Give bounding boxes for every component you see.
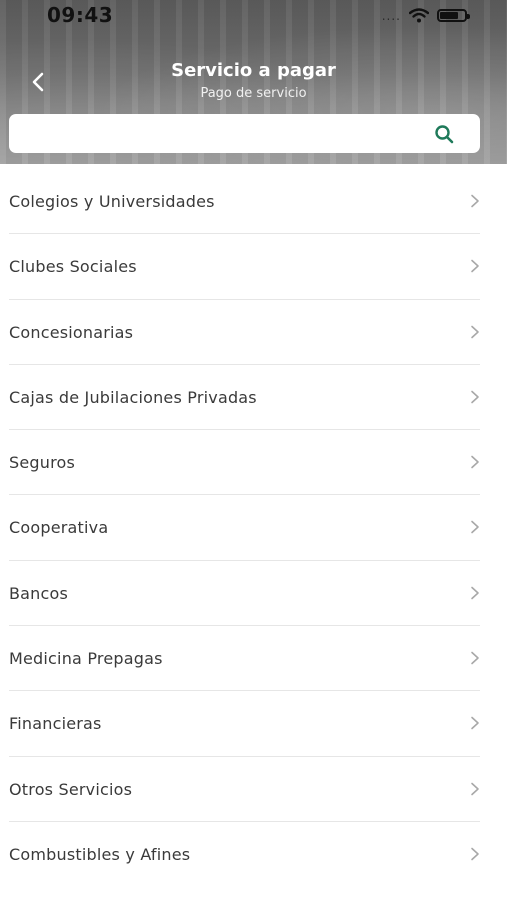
list-item-label: Medicina Prepagas	[9, 649, 163, 669]
app-header: 09:43 .... Servicio a pagar Pago de serv…	[0, 0, 507, 164]
category-list: Colegios y Universidades Clubes Sociales C…	[0, 169, 507, 887]
list-item-label: Otros Servicios	[9, 779, 133, 799]
list-item-label: Colegios y Universidades	[9, 192, 215, 211]
list-item[interactable]: Bancos	[0, 561, 507, 627]
list-item[interactable]: Cooperativa	[0, 495, 507, 562]
wifi-icon	[409, 8, 429, 23]
page-subtitle: Pago de servicio	[200, 86, 307, 101]
chevron-right-icon	[471, 782, 479, 795]
list-item[interactable]: Cajas de Jubilaciones Privadas	[0, 365, 507, 431]
list-item-label: Financieras	[9, 714, 102, 734]
list-item[interactable]: Financieras	[0, 691, 507, 757]
list-item-label: Clubes Sociales	[9, 257, 137, 277]
chevron-right-icon	[471, 259, 479, 273]
status-icons: ....	[381, 8, 470, 23]
chevron-right-icon	[471, 455, 479, 469]
chevron-right-icon	[471, 521, 479, 534]
status-time: 09:43	[47, 3, 114, 27]
list-item-label: Seguros	[9, 453, 76, 473]
list-item[interactable]: Combustibles y Afines	[0, 822, 507, 887]
search-bar	[9, 114, 480, 155]
list-item-label: Combustibles y Afines	[9, 844, 191, 864]
search-icon[interactable]	[434, 124, 454, 144]
chevron-right-icon	[471, 717, 479, 730]
list-item[interactable]: Seguros	[0, 430, 507, 496]
search-input[interactable]	[19, 114, 423, 155]
list-item[interactable]: Clubes Sociales	[0, 234, 507, 300]
chevron-right-icon	[471, 194, 479, 208]
list-item[interactable]: Colegios y Universidades	[0, 169, 507, 235]
list-item-label: Concesionarias	[9, 322, 134, 342]
list-item-label: Cooperativa	[9, 518, 109, 538]
chevron-right-icon	[471, 325, 479, 338]
signal-icon: ....	[381, 8, 401, 23]
list-item[interactable]: Medicina Prepagas	[0, 626, 507, 692]
chevron-right-icon	[471, 847, 479, 861]
chevron-right-icon	[471, 651, 479, 665]
battery-icon	[437, 9, 470, 22]
list-item[interactable]: Concesionarias	[0, 300, 507, 366]
list-item-label: Cajas de Jubilaciones Privadas	[9, 387, 257, 407]
page-title: Servicio a pagar	[171, 60, 336, 81]
chevron-right-icon	[471, 586, 479, 600]
chevron-right-icon	[471, 390, 479, 404]
list-item[interactable]: Otros Servicios	[0, 757, 507, 823]
list-item-label: Bancos	[9, 583, 69, 603]
